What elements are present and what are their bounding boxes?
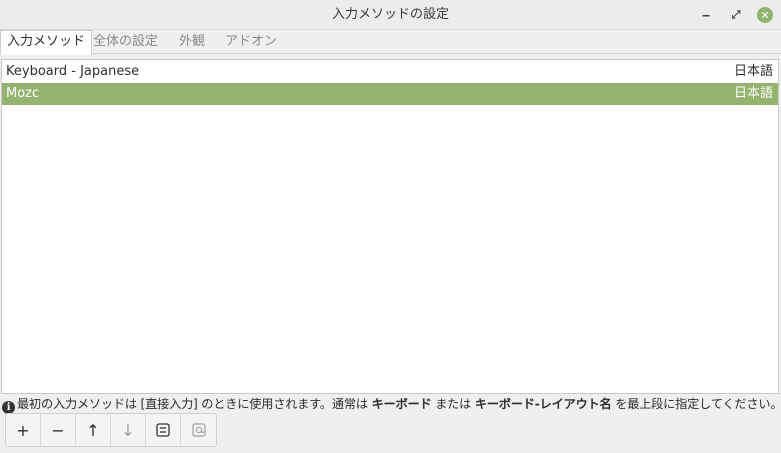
info-message: i 最初の入力メソッドは [直接入力] のときに使用されます。通常は キーボード …: [2, 395, 781, 414]
tab-bar: 入力メソッド 全体の設定 外観 アドオン: [0, 30, 781, 55]
list-item[interactable]: Mozc 日本語: [2, 83, 778, 105]
tab-appearance[interactable]: 外観: [173, 30, 211, 54]
tab-global-settings[interactable]: 全体の設定: [87, 30, 164, 54]
info-text-1: 最初の入力メソッドは [直接入力] のときに使用されます。通常は: [17, 397, 372, 411]
move-up-button[interactable]: ↑: [76, 414, 111, 446]
tab-addons[interactable]: アドオン: [219, 30, 283, 54]
keyboard-layout-icon: [191, 423, 206, 437]
input-method-name: Keyboard - Japanese: [6, 64, 140, 79]
move-down-button[interactable]: ↓: [111, 414, 146, 446]
list-item[interactable]: Keyboard - Japanese 日本語: [2, 61, 778, 83]
info-bold-keyboard: キーボード: [371, 397, 432, 411]
input-method-language: 日本語: [733, 86, 773, 101]
input-method-name: Mozc: [6, 86, 40, 101]
configure-button[interactable]: [146, 414, 181, 446]
tab-input-methods[interactable]: 入力メソッド: [0, 30, 93, 55]
keyboard-layout-button[interactable]: [181, 414, 216, 446]
list-toolbar: + − ↑ ↓: [5, 413, 217, 447]
input-method-language: 日本語: [733, 64, 773, 79]
add-button[interactable]: +: [6, 414, 41, 446]
remove-button[interactable]: −: [41, 414, 76, 446]
minimize-icon[interactable]: ‒: [697, 6, 715, 24]
title-bar: 入力メソッドの設定 ‒ ⤢ ✕: [0, 0, 781, 30]
configure-icon: [156, 423, 170, 437]
info-text-3: を最上段に指定してください。: [611, 397, 781, 411]
info-text-2: または: [431, 397, 475, 411]
close-icon[interactable]: ✕: [757, 7, 773, 23]
maximize-icon[interactable]: ⤢: [727, 6, 745, 24]
window-title: 入力メソッドの設定: [331, 7, 449, 22]
info-bold-layout: キーボード-レイアウト名: [474, 397, 612, 411]
input-method-list[interactable]: Keyboard - Japanese 日本語 Mozc 日本語: [1, 59, 779, 394]
